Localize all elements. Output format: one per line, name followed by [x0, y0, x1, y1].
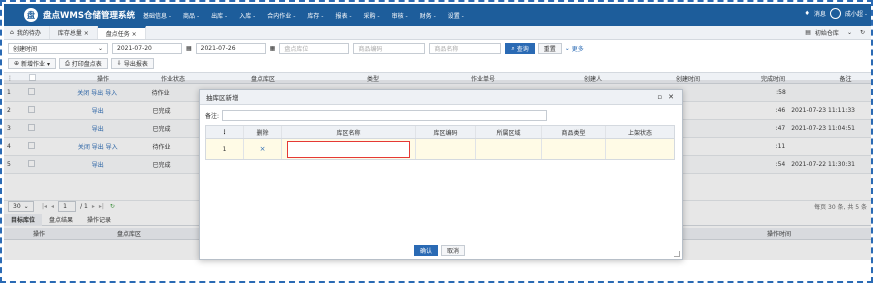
app-title: 盘点WMS仓储管理系统	[43, 11, 135, 21]
main-menu: 基础信息 - 商品 - 出库 - 入库 - 合内作业 - 库存 - 报表 - 采…	[143, 11, 476, 20]
export-icon: ⇩	[116, 60, 122, 67]
new-task-button[interactable]: ⊕ 新增作业 ▾	[8, 58, 56, 69]
product-name-placeholder: 商品名称	[434, 46, 459, 53]
product-type-cell[interactable]	[542, 139, 606, 159]
column-menu-icon[interactable]: ⋮	[206, 126, 244, 138]
chevron-down-icon[interactable]: ⌄	[847, 29, 852, 36]
menu-review[interactable]: 审核 -	[392, 11, 408, 20]
remark-label: 备注:	[205, 113, 220, 120]
chevron-down-icon: ⌄	[97, 45, 103, 52]
tab-label: 我的待办	[16, 30, 41, 37]
warehouse-name: 初始仓库	[814, 30, 839, 37]
warehouse-icon: ▤	[805, 29, 811, 36]
zone-placeholder: 盘点库位	[284, 46, 309, 53]
top-navigation-bar: 盘 盘点WMS仓储管理系统 基础信息 - 商品 - 出库 - 入库 - 合内作业…	[4, 4, 871, 26]
remark-input[interactable]	[222, 110, 548, 121]
search-button[interactable]: ⌕ 查询	[505, 43, 535, 54]
col-header: 删除	[244, 126, 282, 138]
menu-inbound[interactable]: 入库 -	[239, 11, 255, 20]
zone-input[interactable]: 盘点库位	[279, 43, 350, 54]
warehouse-selector[interactable]: ▤ 初始仓库 ⌄ ↻	[805, 28, 865, 37]
menu-warehouse-ops[interactable]: 合内作业 -	[267, 11, 295, 20]
calendar-icon[interactable]: ▦	[270, 45, 276, 52]
col-header: 上架状态	[627, 129, 652, 137]
menu-finance[interactable]: 财务 -	[420, 11, 436, 20]
date-from-input[interactable]: 2021-07-20	[112, 43, 182, 54]
product-code-placeholder: 商品编码	[358, 46, 383, 53]
zone-table-header: ⋮ 删除 库区名称 库区编码 所属区域 商品类型 上架状态	[206, 126, 674, 139]
notice-link[interactable]: 消息	[814, 9, 826, 18]
new-task-label: 新增作业 ▾	[21, 61, 50, 68]
home-icon: ⌂	[10, 29, 14, 36]
dialog-controls: ▫ ✕	[651, 93, 674, 101]
export-label: 导出报表	[123, 61, 148, 68]
tab-my-todo[interactable]: ⌂ 我的待办	[4, 26, 50, 39]
filter-bar: 创建时间 ⌄ 2021-07-20 ▦ 2021-07-26 ▦ 盘点库位 商品编…	[4, 41, 871, 56]
bell-icon[interactable]: ♦	[805, 10, 810, 17]
shelf-status-cell[interactable]	[606, 139, 674, 159]
add-zone-dialog: 抽库区新增 ▫ ✕ 备注: ⋮ 删除 库区名称 库区编码 所属区域 商品类型 上…	[199, 89, 683, 260]
table-row: 1 ×	[206, 139, 674, 159]
app-frame: 盘 盘点WMS仓储管理系统 基础信息 - 商品 - 出库 - 入库 - 合内作业…	[0, 0, 873, 283]
plus-circle-icon: ⊕	[14, 60, 20, 67]
date-from-value: 2021-07-20	[117, 45, 152, 52]
confirm-button[interactable]: 确认	[413, 244, 438, 256]
col-header: 所属区域	[476, 126, 542, 138]
menu-inventory[interactable]: 库存 -	[307, 11, 323, 20]
export-button[interactable]: ⇩ 导出报表	[110, 58, 154, 69]
search-label: 查询	[516, 46, 529, 53]
user-avatar-icon[interactable]	[829, 8, 841, 19]
more-label: 更多	[571, 46, 584, 53]
cancel-button[interactable]: 取消	[441, 244, 466, 256]
col-header: 商品类型	[542, 126, 606, 138]
menu-products[interactable]: 商品 -	[183, 11, 199, 20]
col-header: 库区编码	[416, 126, 476, 138]
print-label: 打印盘点表	[71, 61, 102, 68]
search-icon: ⌕	[511, 44, 515, 52]
chevron-down-icon: ⌄	[564, 45, 570, 52]
refresh-icon[interactable]: ↻	[860, 29, 865, 36]
menu-settings[interactable]: 设置 -	[448, 11, 464, 20]
calendar-icon[interactable]: ▦	[186, 45, 192, 52]
product-name-input[interactable]: 商品名称	[429, 43, 502, 54]
date-to-value: 2021-07-26	[200, 45, 236, 52]
zone-name-input[interactable]	[287, 140, 410, 158]
top-right-area: ♦ 消息 成小超 -	[801, 8, 867, 19]
printer-icon: ⎙	[64, 59, 70, 67]
menu-basic-info[interactable]: 基础信息 -	[143, 11, 171, 20]
menu-reports[interactable]: 报表 -	[335, 11, 351, 20]
dialog-title: 抽库区新增	[206, 94, 239, 102]
reset-button[interactable]: 重置	[537, 43, 562, 54]
dialog-header: 抽库区新增 ▫ ✕	[200, 90, 682, 105]
zone-area-cell[interactable]	[476, 139, 542, 159]
tab-count-tasks[interactable]: 盘点任务 ×	[97, 26, 146, 39]
print-button[interactable]: ⎙ 打印盘点表	[58, 58, 108, 69]
tab-label: 盘点任务 ×	[105, 31, 137, 38]
zone-code-cell[interactable]	[416, 139, 476, 159]
action-toolbar: ⊕ 新增作业 ▾ ⎙ 打印盘点表 ⇩ 导出报表	[4, 57, 871, 70]
close-icon[interactable]: ✕	[668, 93, 674, 101]
app-logo-icon: 盘	[24, 8, 38, 22]
col-header: 库区名称	[282, 126, 416, 138]
date-type-value: 创建时间	[13, 46, 38, 53]
user-menu[interactable]: 成小超 -	[845, 9, 867, 18]
tab-label: 库存总量 ×	[57, 30, 89, 37]
delete-row-button[interactable]: ×	[244, 139, 282, 159]
product-code-input[interactable]: 商品编码	[353, 43, 426, 54]
menu-purchasing[interactable]: 采购 -	[364, 11, 380, 20]
page-tabs: ⌂ 我的待办 库存总量 × 盘点任务 × ▤ 初始仓库 ⌄ ↻	[4, 26, 871, 40]
more-filters-toggle[interactable]: ⌄ 更多	[565, 44, 584, 53]
row-number: 1	[206, 139, 244, 159]
zone-name-cell	[282, 139, 416, 159]
tab-inventory-total[interactable]: 库存总量 ×	[50, 26, 98, 39]
zone-table: ⋮ 删除 库区名称 库区编码 所属区域 商品类型 上架状态 1 ×	[205, 125, 675, 160]
resize-handle[interactable]	[674, 251, 680, 257]
date-type-select[interactable]: 创建时间 ⌄	[8, 43, 108, 54]
menu-outbound[interactable]: 出库 -	[211, 11, 227, 20]
date-to-input[interactable]: 2021-07-26	[195, 43, 266, 54]
dialog-footer: 确认 取消	[200, 243, 682, 257]
maximize-icon[interactable]: ▫	[657, 93, 662, 101]
remark-row: 备注:	[205, 110, 548, 121]
